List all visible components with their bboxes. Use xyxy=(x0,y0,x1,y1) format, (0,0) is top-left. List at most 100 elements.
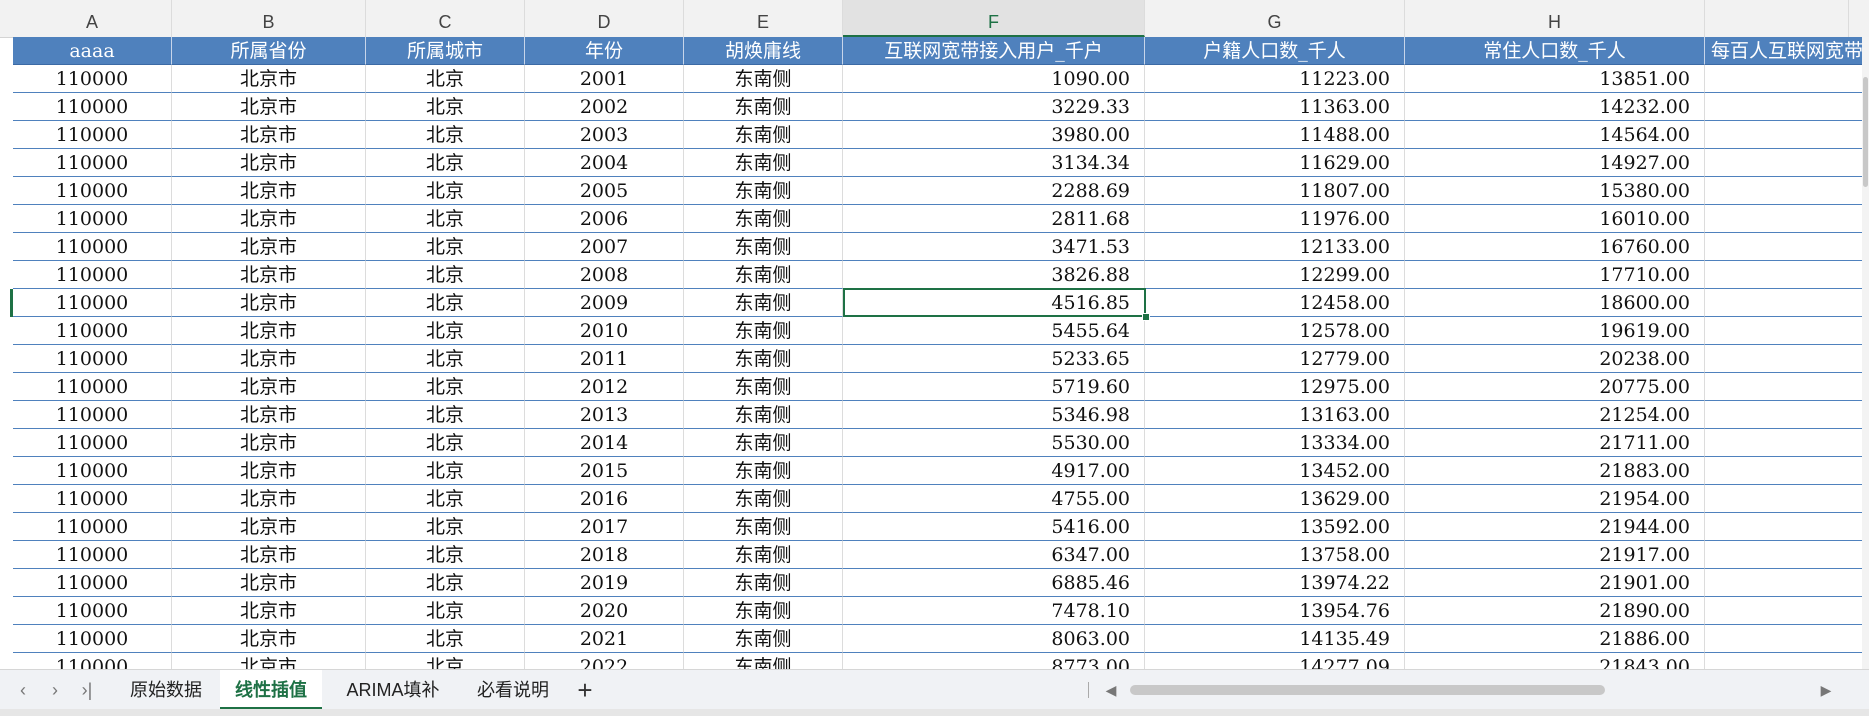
table-cell[interactable]: 2007 xyxy=(525,233,684,261)
table-cell[interactable]: 110000 xyxy=(13,373,172,401)
chevron-right-icon[interactable]: › xyxy=(42,670,68,710)
table-cell[interactable]: 北京 xyxy=(366,93,525,121)
table-cell[interactable]: 110000 xyxy=(13,569,172,597)
table-cell[interactable]: 110000 xyxy=(13,289,172,317)
table-cell[interactable] xyxy=(1705,345,1862,373)
table-cell[interactable]: 北京 xyxy=(366,457,525,485)
table-cell[interactable]: 东南侧 xyxy=(684,205,843,233)
table-cell[interactable]: 2004 xyxy=(525,149,684,177)
header-cell[interactable]: 年份 xyxy=(525,37,684,65)
table-cell[interactable]: 17710.00 xyxy=(1405,261,1705,289)
table-cell[interactable]: 110000 xyxy=(13,177,172,205)
table-cell[interactable]: 东南侧 xyxy=(684,625,843,653)
table-cell[interactable] xyxy=(1705,149,1862,177)
table-cell[interactable]: 13334.00 xyxy=(1145,429,1405,457)
table-cell[interactable]: 5346.98 xyxy=(843,401,1145,429)
table-cell[interactable]: 北京市 xyxy=(172,233,366,261)
table-cell[interactable]: 2008 xyxy=(525,261,684,289)
table-cell[interactable]: 北京 xyxy=(366,121,525,149)
table-cell[interactable]: 11488.00 xyxy=(1145,121,1405,149)
table-cell[interactable]: 东南侧 xyxy=(684,513,843,541)
header-cell[interactable]: aaaa xyxy=(13,37,172,65)
table-cell[interactable]: 21890.00 xyxy=(1405,597,1705,625)
table-cell[interactable]: 2811.68 xyxy=(843,205,1145,233)
table-cell[interactable]: 2021 xyxy=(525,625,684,653)
table-cell[interactable] xyxy=(1705,177,1862,205)
table-cell[interactable] xyxy=(1705,597,1862,625)
table-cell[interactable] xyxy=(1705,93,1862,121)
table-cell[interactable]: 北京市 xyxy=(172,205,366,233)
table-cell[interactable]: 20238.00 xyxy=(1405,345,1705,373)
table-cell[interactable] xyxy=(1705,541,1862,569)
table-cell[interactable]: 2006 xyxy=(525,205,684,233)
table-cell[interactable]: 13163.00 xyxy=(1145,401,1405,429)
table-cell[interactable]: 2020 xyxy=(525,597,684,625)
table-cell[interactable]: 2016 xyxy=(525,485,684,513)
table-cell[interactable]: 5416.00 xyxy=(843,513,1145,541)
vertical-scrollbar[interactable] xyxy=(1862,37,1869,669)
table-cell[interactable]: 北京市 xyxy=(172,93,366,121)
table-cell[interactable]: 2015 xyxy=(525,457,684,485)
table-cell[interactable]: 北京市 xyxy=(172,261,366,289)
header-cell[interactable]: 胡焕庸线 xyxy=(684,37,843,65)
table-cell[interactable] xyxy=(1705,205,1862,233)
table-cell[interactable]: 12975.00 xyxy=(1145,373,1405,401)
chevron-left-icon[interactable]: ‹ xyxy=(10,670,36,710)
table-cell[interactable]: 5530.00 xyxy=(843,429,1145,457)
table-cell[interactable]: 19619.00 xyxy=(1405,317,1705,345)
table-cell[interactable]: 东南侧 xyxy=(684,317,843,345)
table-cell[interactable] xyxy=(1705,569,1862,597)
table-cell[interactable] xyxy=(1705,121,1862,149)
column-letter-a[interactable]: A xyxy=(13,0,172,37)
table-cell[interactable]: 13954.76 xyxy=(1145,597,1405,625)
table-cell[interactable]: 东南侧 xyxy=(684,345,843,373)
table-cell[interactable]: 北京 xyxy=(366,597,525,625)
table-cell[interactable]: 110000 xyxy=(13,93,172,121)
table-cell[interactable]: 11223.00 xyxy=(1145,65,1405,93)
column-letter-c[interactable]: C xyxy=(366,0,525,37)
header-cell[interactable]: 每百人互联网宽带 xyxy=(1705,37,1862,65)
table-cell[interactable]: 东南侧 xyxy=(684,597,843,625)
column-letter-i[interactable] xyxy=(1705,0,1849,37)
header-cell[interactable]: 所属省份 xyxy=(172,37,366,65)
add-sheet-icon[interactable]: + xyxy=(570,670,600,710)
table-cell[interactable]: 11976.00 xyxy=(1145,205,1405,233)
table-cell[interactable]: 东南侧 xyxy=(684,541,843,569)
scroll-right-icon[interactable]: ▶ xyxy=(1813,670,1839,710)
table-cell[interactable]: 北京市 xyxy=(172,149,366,177)
table-cell[interactable] xyxy=(1705,513,1862,541)
table-cell[interactable] xyxy=(1705,289,1862,317)
table-cell[interactable]: 北京市 xyxy=(172,317,366,345)
table-cell[interactable]: 北京 xyxy=(366,233,525,261)
table-cell[interactable]: 2017 xyxy=(525,513,684,541)
table-cell[interactable]: 3229.33 xyxy=(843,93,1145,121)
table-cell[interactable]: 北京市 xyxy=(172,373,366,401)
table-cell[interactable]: 110000 xyxy=(13,205,172,233)
table-cell[interactable]: 北京市 xyxy=(172,65,366,93)
table-cell[interactable]: 2011 xyxy=(525,345,684,373)
table-cell[interactable]: 110000 xyxy=(13,65,172,93)
table-cell[interactable]: 4516.85 xyxy=(843,289,1145,317)
table-cell[interactable]: 21711.00 xyxy=(1405,429,1705,457)
table-cell[interactable] xyxy=(1705,625,1862,653)
vertical-scroll-thumb[interactable] xyxy=(1863,77,1868,187)
column-letter-b[interactable]: B xyxy=(172,0,366,37)
column-letter-f[interactable]: F xyxy=(843,0,1145,37)
table-cell[interactable]: 北京市 xyxy=(172,625,366,653)
table-cell[interactable]: 2009 xyxy=(525,289,684,317)
table-cell[interactable]: 北京 xyxy=(366,401,525,429)
table-cell[interactable]: 2005 xyxy=(525,177,684,205)
table-cell[interactable]: 东南侧 xyxy=(684,65,843,93)
table-cell[interactable]: 5719.60 xyxy=(843,373,1145,401)
table-cell[interactable]: 3826.88 xyxy=(843,261,1145,289)
table-cell[interactable]: 东南侧 xyxy=(684,261,843,289)
table-cell[interactable]: 5233.65 xyxy=(843,345,1145,373)
spreadsheet-grid[interactable]: aaaa 所属省份 所属城市 年份 胡焕庸线 互联网宽带接入用户_千户 户籍人口数_千人 常住… xyxy=(0,37,1862,669)
table-cell[interactable]: 21254.00 xyxy=(1405,401,1705,429)
table-cell[interactable]: 北京 xyxy=(366,429,525,457)
table-cell[interactable]: 东南侧 xyxy=(684,401,843,429)
table-cell[interactable]: 北京市 xyxy=(172,513,366,541)
table-cell[interactable]: 11807.00 xyxy=(1145,177,1405,205)
column-letter-h[interactable]: H xyxy=(1405,0,1705,37)
table-cell[interactable]: 14277.09 xyxy=(1145,653,1405,669)
